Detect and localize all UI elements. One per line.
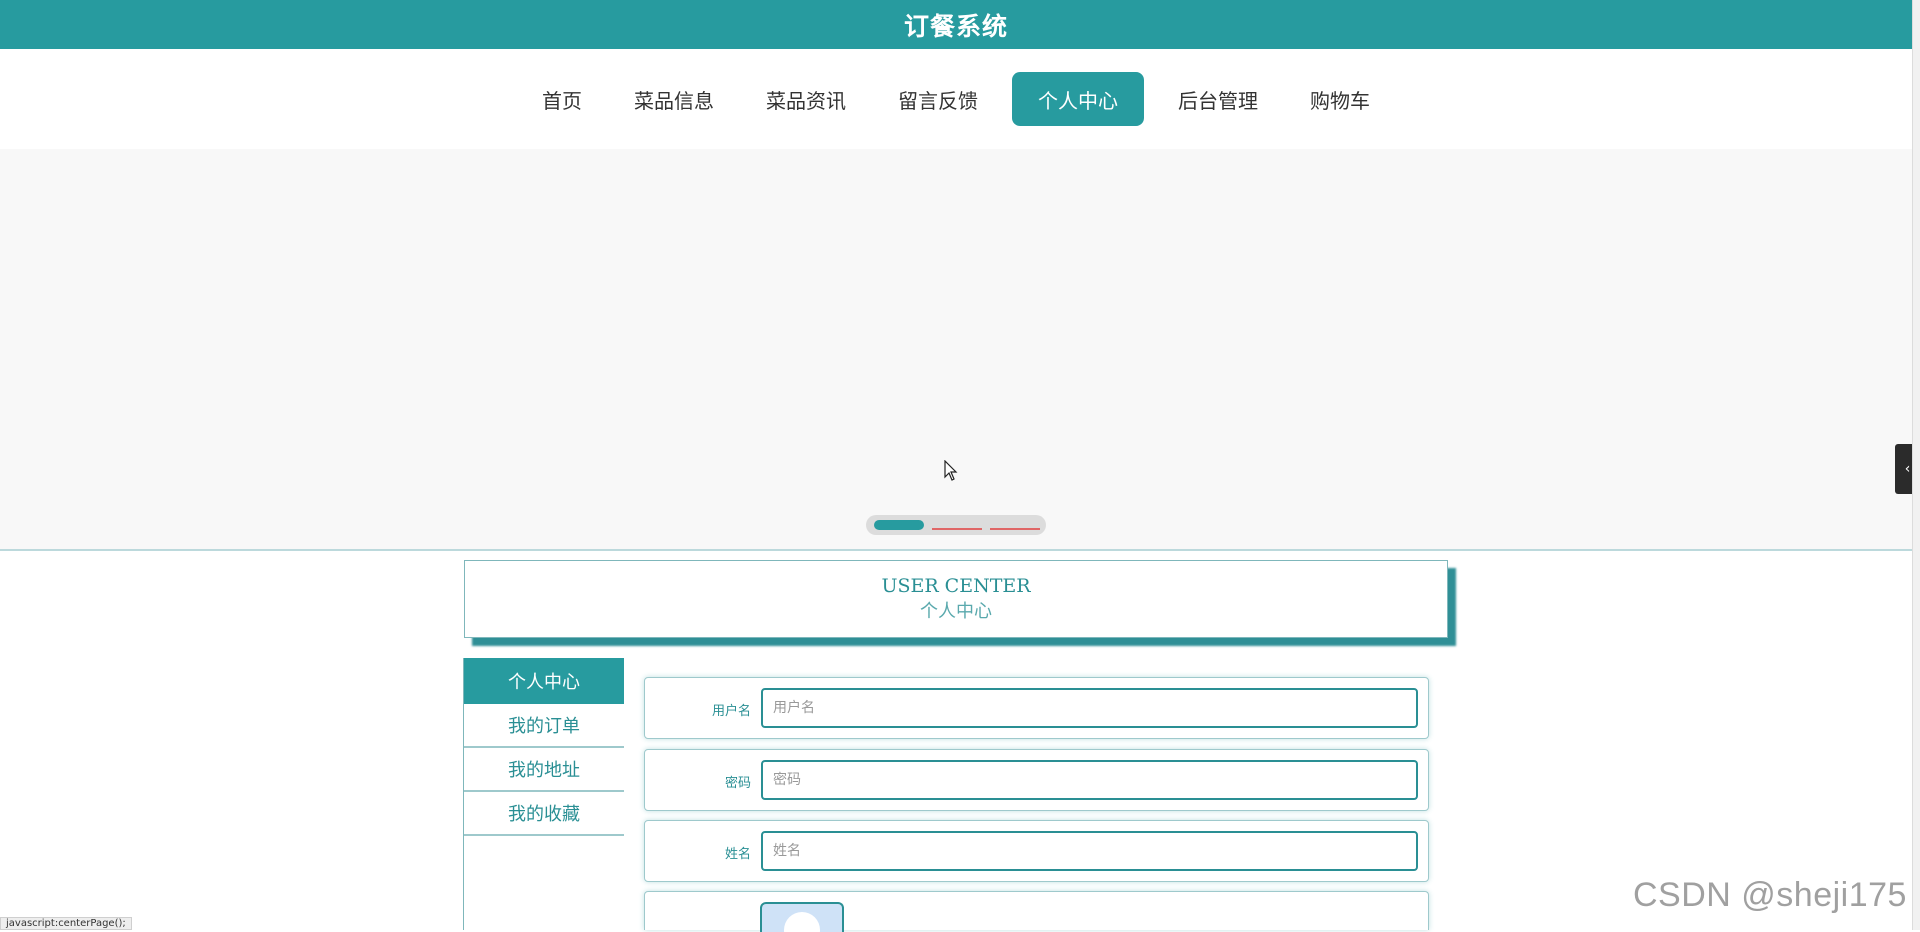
banner-carousel — [0, 149, 1912, 551]
form-row-username: 用户名 — [644, 677, 1429, 739]
password-input[interactable] — [761, 760, 1418, 800]
nav-user-center[interactable]: 个人中心 — [1012, 72, 1144, 126]
nav-admin[interactable]: 后台管理 — [1152, 72, 1284, 126]
nav-home[interactable]: 首页 — [516, 72, 608, 126]
top-header: 订餐系统 — [0, 0, 1912, 49]
username-label: 用户名 — [711, 703, 751, 719]
carousel-dot-1[interactable] — [874, 520, 924, 530]
mouse-cursor-icon — [944, 460, 958, 481]
username-input[interactable] — [761, 688, 1418, 728]
carousel-indicators — [866, 515, 1046, 535]
form-row-name: 姓名 — [644, 820, 1429, 882]
chevron-left-icon: ‹ — [1904, 461, 1911, 477]
avatar-placeholder-icon — [784, 912, 820, 932]
section-title-zh: 个人中心 — [920, 601, 992, 622]
nav-feedback[interactable]: 留言反馈 — [872, 72, 1004, 126]
avatar-upload[interactable] — [760, 902, 844, 932]
name-input[interactable] — [761, 831, 1418, 871]
app-title: 订餐系统 — [903, 11, 1008, 41]
section-title: USER CENTER 个人中心 — [464, 560, 1448, 638]
menu-my-address[interactable]: 我的地址 — [464, 748, 624, 792]
carousel-dot-3[interactable] — [990, 528, 1040, 530]
section-title-en: USER CENTER — [881, 575, 1031, 597]
name-label: 姓名 — [724, 846, 751, 862]
carousel-dot-2[interactable] — [932, 528, 982, 530]
nav-dish-info[interactable]: 菜品信息 — [608, 72, 740, 126]
menu-user-center[interactable]: 个人中心 — [464, 658, 624, 704]
form-row-password: 密码 — [644, 749, 1429, 811]
nav-dish-news[interactable]: 菜品资讯 — [740, 72, 872, 126]
password-label: 密码 — [724, 775, 751, 791]
page-scrollbar[interactable] — [1912, 0, 1920, 930]
browser-status-bar: javascript:centerPage(); — [0, 917, 132, 930]
menu-my-orders[interactable]: 我的订单 — [464, 704, 624, 748]
nav-cart[interactable]: 购物车 — [1284, 72, 1396, 126]
watermark: CSDN @sheji175 — [1633, 876, 1907, 914]
menu-my-favorites[interactable]: 我的收藏 — [464, 792, 624, 836]
main-nav: 首页 菜品信息 菜品资讯 留言反馈 个人中心 后台管理 购物车 — [0, 49, 1912, 149]
user-side-menu: 个人中心 我的订单 我的地址 我的收藏 — [463, 658, 624, 930]
